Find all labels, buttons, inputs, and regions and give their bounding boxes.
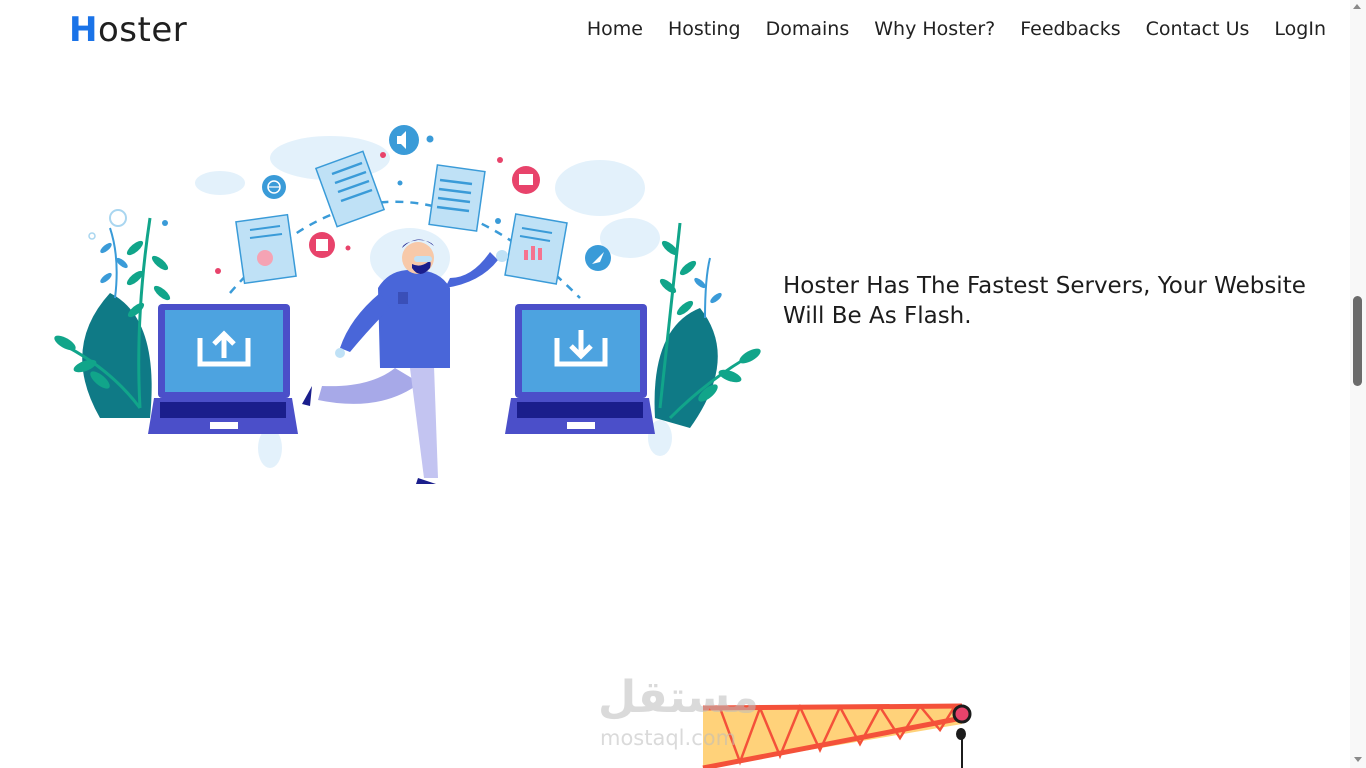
upload-laptop xyxy=(148,304,298,434)
document-right xyxy=(504,213,568,285)
pointer-icon xyxy=(585,245,611,271)
document-left xyxy=(235,213,297,285)
logo-text: oster xyxy=(97,10,188,50)
watermark-latin: mostaql.com xyxy=(600,726,737,750)
document-top-right xyxy=(428,164,486,232)
scroll-down-arrow-icon[interactable] xyxy=(1354,757,1362,762)
save-icon xyxy=(309,232,335,258)
logo-letter: H xyxy=(69,10,98,50)
scroll-up-arrow-icon[interactable] xyxy=(1353,4,1361,9)
nav-hosting[interactable]: Hosting xyxy=(668,18,741,40)
book-icon xyxy=(512,166,540,194)
running-person xyxy=(302,239,508,484)
speaker-icon xyxy=(389,125,419,155)
main-nav: Home Hosting Domains Why Hoster? Feedbac… xyxy=(562,18,1326,40)
navbar: Hoster Home Hosting Domains Why Hoster? … xyxy=(0,0,1350,62)
logo[interactable]: Hoster xyxy=(69,10,187,50)
download-laptop xyxy=(505,304,655,434)
left-plants xyxy=(54,209,171,418)
hero-headline: Hoster Has The Fastest Servers, Your Web… xyxy=(783,273,1306,329)
scrollbar-thumb[interactable] xyxy=(1353,296,1362,386)
hero-illustration xyxy=(54,125,761,484)
watermark: مستقل mostaql.com xyxy=(598,672,773,757)
nav-login[interactable]: LogIn xyxy=(1274,18,1326,40)
page-scrollbar[interactable] xyxy=(1350,0,1366,768)
nav-contact-us[interactable]: Contact Us xyxy=(1146,18,1250,40)
nav-feedbacks[interactable]: Feedbacks xyxy=(1020,18,1120,40)
watermark-arabic: مستقل xyxy=(598,672,759,723)
nav-why-hoster[interactable]: Why Hoster? xyxy=(874,18,995,40)
right-plants xyxy=(654,222,761,428)
globe-icon xyxy=(262,175,286,199)
nav-home[interactable]: Home xyxy=(587,18,643,40)
nav-domains[interactable]: Domains xyxy=(766,18,850,40)
